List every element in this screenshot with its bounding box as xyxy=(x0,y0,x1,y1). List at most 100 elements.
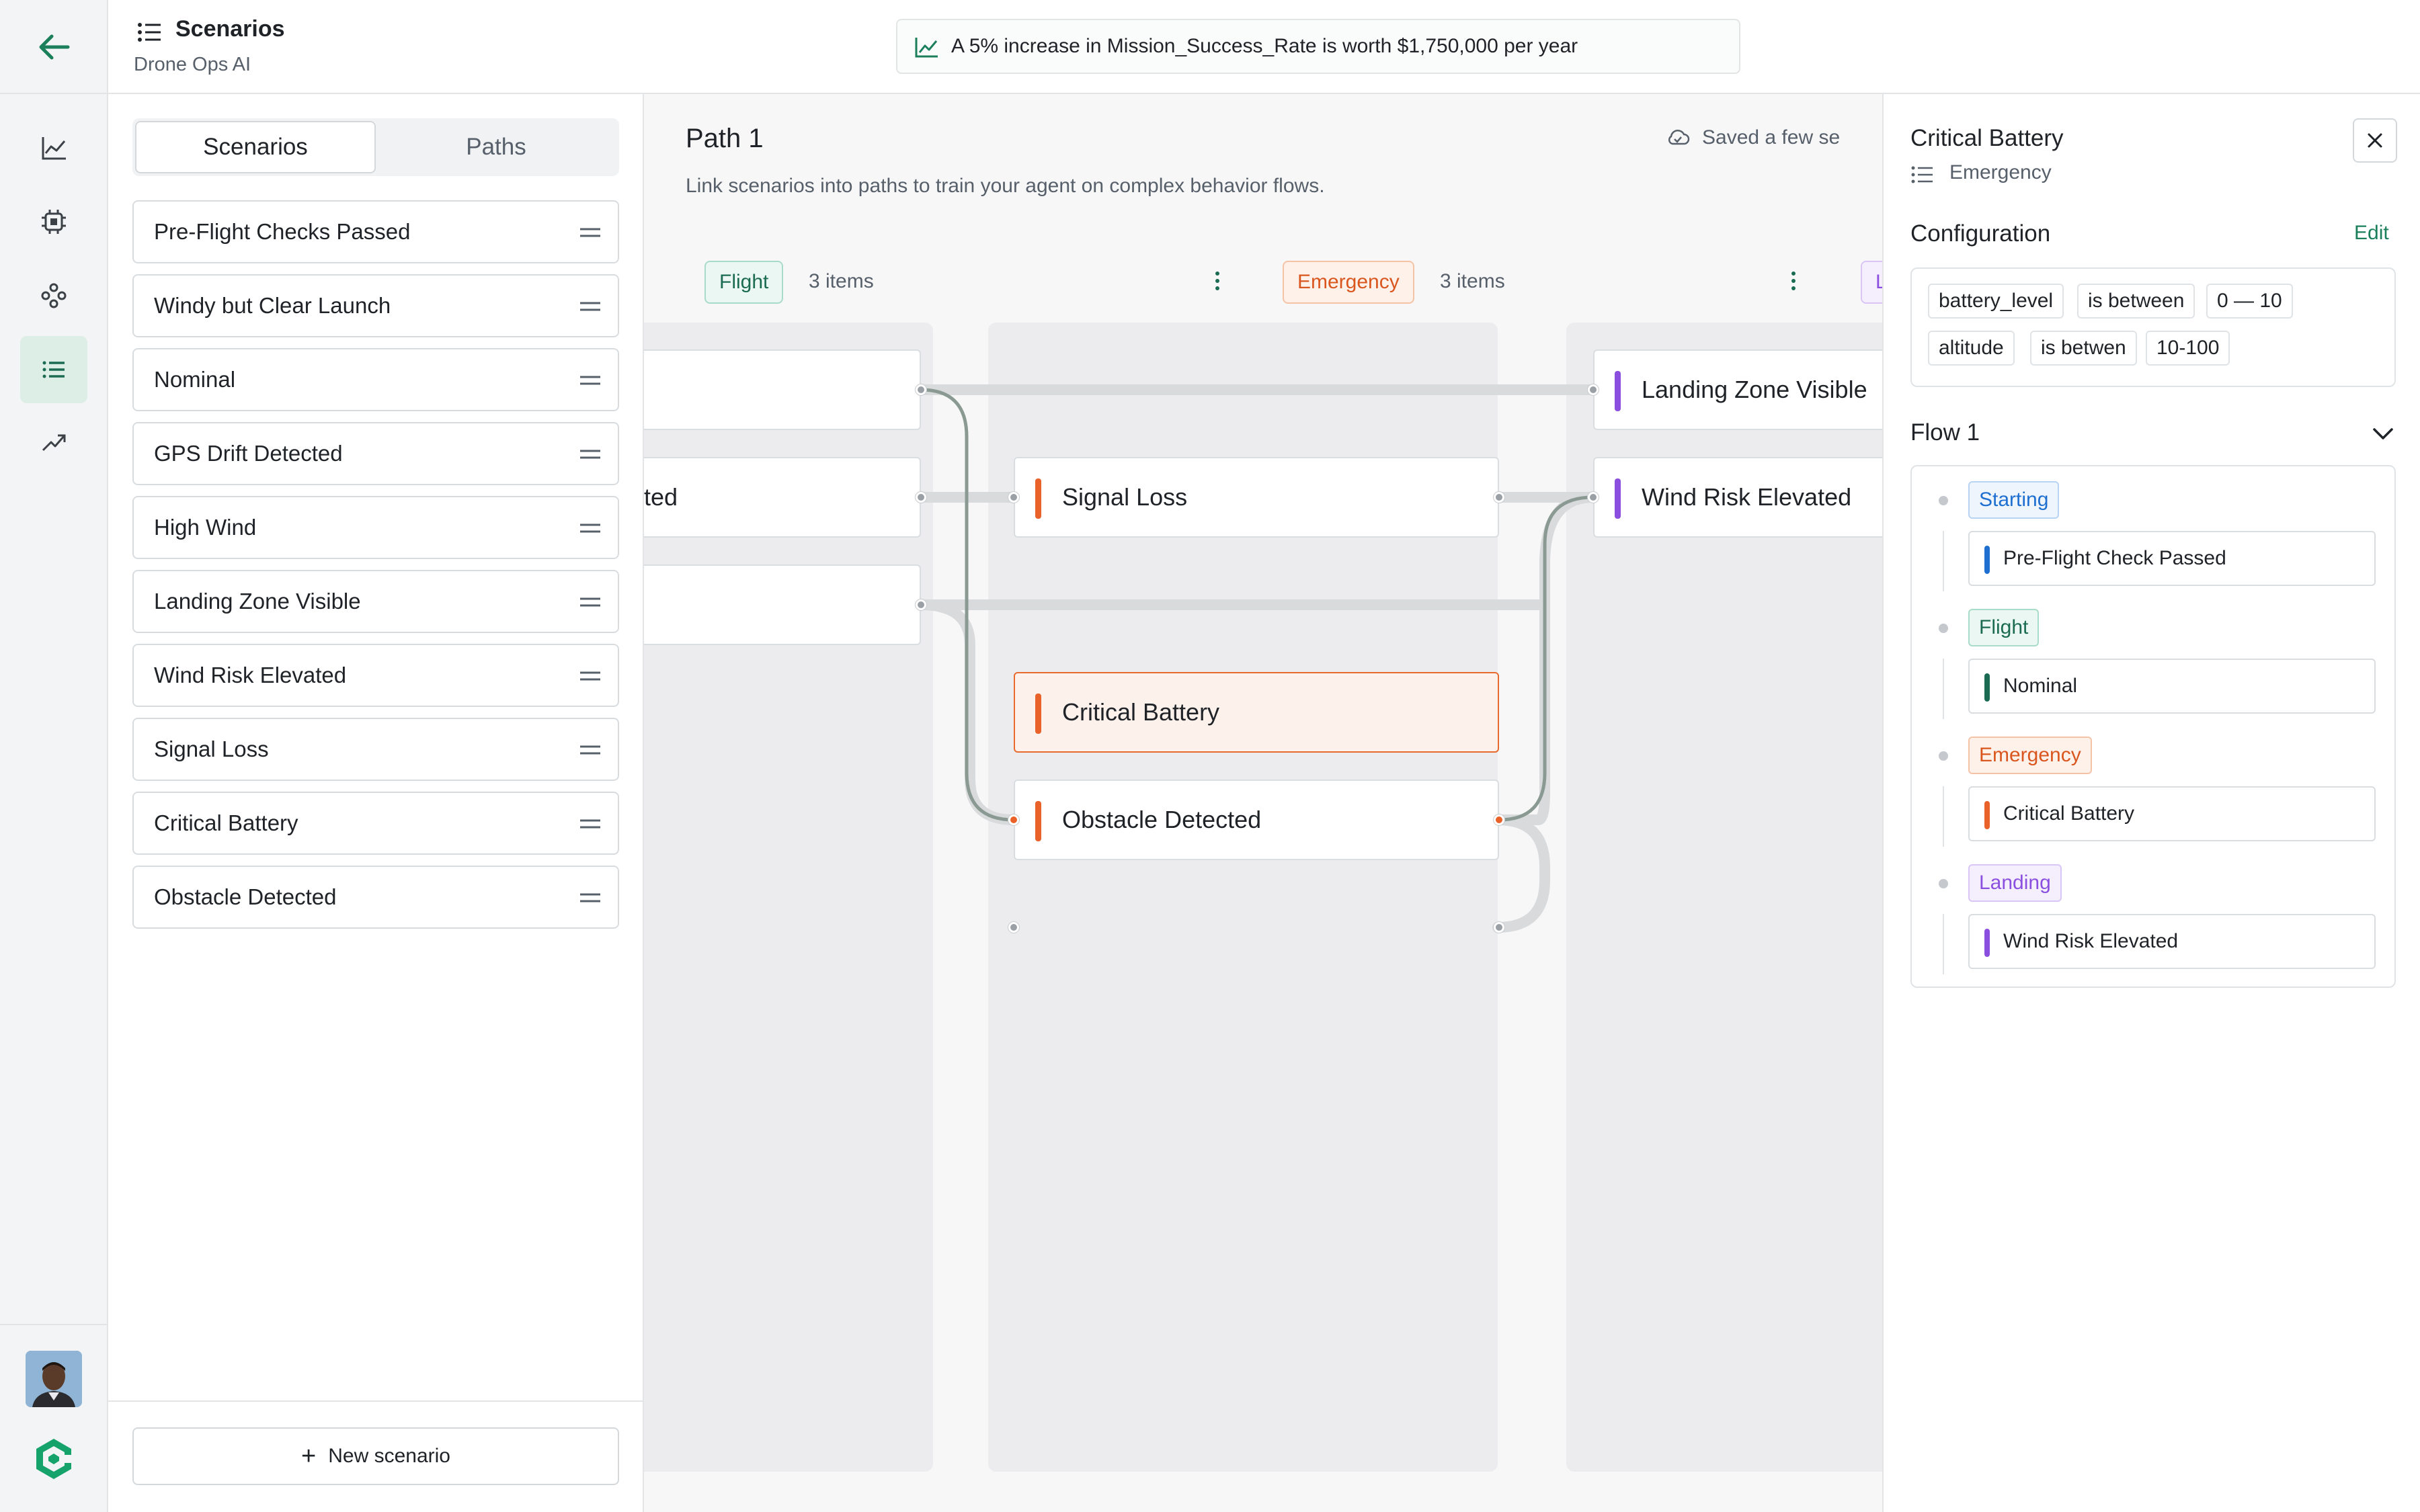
brand-logo-icon[interactable] xyxy=(30,1435,78,1483)
new-scenario-button[interactable]: + New scenario xyxy=(132,1427,619,1485)
rail-analytics[interactable] xyxy=(20,114,87,181)
scenario-label: Nominal xyxy=(154,367,236,392)
rail-integrations[interactable] xyxy=(20,262,87,329)
scenario-label: Landing Zone Visible xyxy=(154,589,361,614)
path-card[interactable] xyxy=(644,349,921,430)
path-card-signal-loss[interactable]: Signal Loss xyxy=(1014,457,1499,538)
flow-box: Starting Pre-Flight Check Passed Flight … xyxy=(1910,465,2396,988)
back-arrow-icon[interactable] xyxy=(37,32,71,62)
drag-handle-icon[interactable] xyxy=(579,818,602,829)
card-label: Landing Zone Visible xyxy=(1642,376,1867,403)
avatar[interactable] xyxy=(26,1351,82,1407)
list-item[interactable]: GPS Drift Detected xyxy=(132,422,619,485)
list-item[interactable]: High Wind xyxy=(132,496,619,559)
drag-handle-icon[interactable] xyxy=(579,671,602,681)
port[interactable] xyxy=(1008,492,1019,503)
scenario-label: Wind Risk Elevated xyxy=(154,663,347,687)
page-title: Scenarios xyxy=(175,16,285,42)
drag-handle-icon[interactable] xyxy=(579,227,602,238)
list-item[interactable]: Signal Loss xyxy=(132,718,619,781)
list-item[interactable]: Critical Battery xyxy=(132,792,619,855)
port[interactable] xyxy=(916,492,926,503)
sidebar-tabs: Scenarios Paths xyxy=(132,118,619,176)
timeline-line xyxy=(1943,659,1944,719)
rail-trends[interactable] xyxy=(20,409,87,476)
trend-up-icon xyxy=(42,434,66,452)
timeline-dot xyxy=(1939,624,1948,633)
stage-badge-landing: Landing xyxy=(1968,864,2062,902)
drag-handle-icon[interactable] xyxy=(579,597,602,607)
path-card-landing-zone[interactable]: Landing Zone Visible xyxy=(1593,349,1882,430)
path-card[interactable] xyxy=(644,564,921,645)
card-label: Critical Battery xyxy=(1062,698,1220,726)
flow-card[interactable]: Nominal xyxy=(1968,659,2376,714)
path-card-obstacle[interactable]: Obstacle Detected xyxy=(1014,780,1499,860)
port[interactable] xyxy=(1588,492,1599,503)
list-item[interactable]: Windy but Clear Launch xyxy=(132,274,619,337)
tab-scenarios[interactable]: Scenarios xyxy=(135,121,376,173)
project-name: Drone Ops AI xyxy=(134,54,251,75)
chevron-down-icon[interactable] xyxy=(2372,423,2394,444)
condition-value: 10-100 xyxy=(2146,331,2230,366)
drag-handle-icon[interactable] xyxy=(579,892,602,903)
list-item[interactable]: Obstacle Detected xyxy=(132,866,619,929)
path-card-wind-risk[interactable]: Wind Risk Elevated xyxy=(1593,457,1882,538)
close-button[interactable] xyxy=(2353,118,2397,163)
flow-card[interactable]: Pre-Flight Check Passed xyxy=(1968,531,2376,586)
drag-handle-icon[interactable] xyxy=(579,523,602,534)
condition-field: battery_level xyxy=(1928,284,2064,319)
path-card-critical-battery[interactable]: Critical Battery xyxy=(1014,672,1499,753)
timeline-dot xyxy=(1939,751,1948,761)
port[interactable] xyxy=(916,599,926,610)
card-label: Signal Loss xyxy=(1062,483,1188,511)
stage-badge-emergency: Emergency xyxy=(1968,737,2092,774)
scenario-label: Signal Loss xyxy=(154,737,269,761)
drag-handle-icon[interactable] xyxy=(579,449,602,460)
port[interactable] xyxy=(1008,814,1019,825)
port[interactable] xyxy=(1494,492,1504,503)
path-card[interactable]: cted xyxy=(644,457,921,538)
list-item[interactable]: Landing Zone Visible xyxy=(132,570,619,633)
flow-card-label: Wind Risk Elevated xyxy=(2003,930,2179,952)
list-item[interactable]: Nominal xyxy=(132,348,619,411)
condition-operator: is betwen xyxy=(2030,331,2137,366)
top-header: Scenarios Drone Ops AI A 5% increase in … xyxy=(108,0,2420,94)
port[interactable] xyxy=(1494,922,1504,933)
value-banner: A 5% increase in Mission_Success_Rate is… xyxy=(896,19,1740,74)
card-label: Wind Risk Elevated xyxy=(1642,483,1852,511)
drag-handle-icon[interactable] xyxy=(579,375,602,386)
panel-title: Critical Battery xyxy=(1910,125,2064,151)
scenario-label: Pre-Flight Checks Passed xyxy=(154,219,411,244)
scenario-label: High Wind xyxy=(154,515,257,540)
condition-value: 0 — 10 xyxy=(2206,284,2293,319)
stage-badge-starting: Starting xyxy=(1968,481,2060,519)
port[interactable] xyxy=(916,384,926,395)
port[interactable] xyxy=(1588,384,1599,395)
scenario-label: Windy but Clear Launch xyxy=(154,293,391,318)
list-icon xyxy=(138,23,161,42)
close-icon xyxy=(2368,133,2382,148)
scenario-label: Critical Battery xyxy=(154,810,298,835)
flow-card[interactable]: Critical Battery xyxy=(1968,786,2376,841)
flow-card-label: Nominal xyxy=(2003,675,2078,697)
rail-scenarios[interactable] xyxy=(20,336,87,403)
flow-card[interactable]: Wind Risk Elevated xyxy=(1968,914,2376,969)
timeline-line xyxy=(1943,914,1944,974)
list-item[interactable]: Pre-Flight Checks Passed xyxy=(132,200,619,263)
list-item[interactable]: Wind Risk Elevated xyxy=(132,644,619,707)
card-label: Obstacle Detected xyxy=(1062,806,1262,833)
port[interactable] xyxy=(1494,814,1504,825)
configuration-title: Configuration xyxy=(1910,220,2051,247)
rail-agent[interactable] xyxy=(20,188,87,255)
port[interactable] xyxy=(1008,922,1019,933)
condition-operator: is between xyxy=(2077,284,2195,319)
line-chart-icon xyxy=(42,137,66,160)
drag-handle-icon[interactable] xyxy=(579,301,602,312)
timeline-dot xyxy=(1939,496,1948,505)
path-canvas[interactable]: Path 1 Link scenarios into paths to trai… xyxy=(644,94,1882,1512)
nodes-icon xyxy=(41,283,67,308)
list-icon xyxy=(42,361,65,378)
tab-paths[interactable]: Paths xyxy=(376,121,616,173)
drag-handle-icon[interactable] xyxy=(579,745,602,755)
edit-link[interactable]: Edit xyxy=(2354,222,2389,245)
